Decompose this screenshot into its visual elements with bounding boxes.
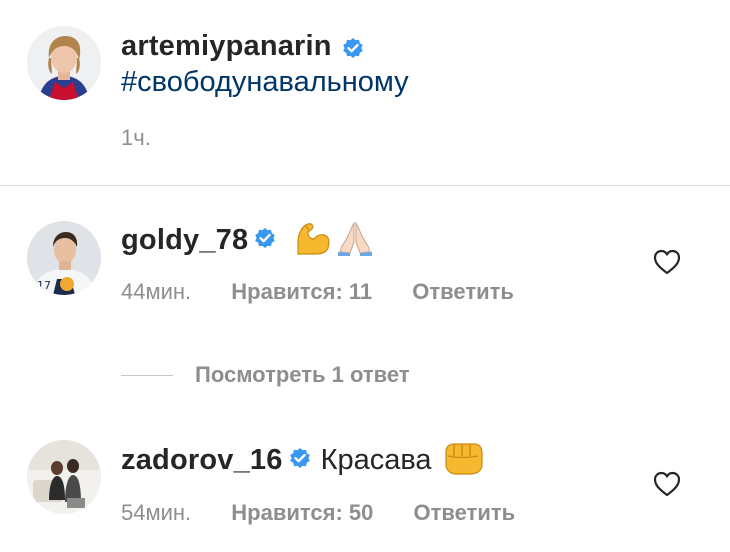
comment-timestamp: 54мин. <box>121 500 192 525</box>
comment-item: zadorov_16 Красава 54мин. Нравится: 50 О… <box>0 436 730 546</box>
comment-timestamp: 44мин. <box>121 279 192 304</box>
flexed-biceps-icon <box>294 220 332 261</box>
comment-item: 17 goldy_78 44мин. Нравится: 11 Ответить <box>0 214 730 314</box>
comment-text: Красава <box>320 444 432 476</box>
avatar[interactable] <box>27 440 101 514</box>
oncoming-fist-icon <box>442 440 484 481</box>
svg-text:17: 17 <box>37 279 51 292</box>
post-username[interactable]: artemiypanarin <box>121 30 332 62</box>
post-author-line: artemiypanarin <box>121 30 364 64</box>
like-heart-icon[interactable] <box>652 248 682 281</box>
reply-button[interactable]: Ответить <box>412 279 514 304</box>
comment-meta: 44мин. Нравится: 11 Ответить <box>121 279 514 305</box>
comment-username[interactable]: zadorov_16 <box>121 444 283 477</box>
verified-badge-icon <box>342 37 364 64</box>
avatar[interactable] <box>27 26 101 100</box>
view-replies-line <box>121 374 173 376</box>
post-header: artemiypanarin #свободунавальному 1ч. <box>0 0 730 185</box>
view-replies-link[interactable]: Посмотреть 1 ответ <box>121 362 410 388</box>
verified-badge-icon <box>289 447 311 474</box>
view-replies-label: Посмотреть 1 ответ <box>195 362 410 387</box>
comment-meta: 54мин. Нравится: 50 Ответить <box>121 500 515 526</box>
avatar[interactable]: 17 <box>27 221 101 295</box>
comment-username[interactable]: goldy_78 <box>121 224 248 257</box>
reply-button[interactable]: Ответить <box>413 500 515 525</box>
post-caption-hashtag[interactable]: #свободунавальному <box>121 66 409 99</box>
comment-head: goldy_78 <box>121 220 374 261</box>
likes-count[interactable]: Нравится: 11 <box>231 279 372 304</box>
like-heart-icon[interactable] <box>652 470 682 503</box>
post-timestamp: 1ч. <box>121 125 151 150</box>
likes-count[interactable]: Нравится: 50 <box>231 500 373 525</box>
folded-hands-icon <box>336 220 374 261</box>
verified-badge-icon <box>254 227 276 254</box>
divider <box>0 185 730 186</box>
comment-head: zadorov_16 Красава <box>121 440 484 481</box>
